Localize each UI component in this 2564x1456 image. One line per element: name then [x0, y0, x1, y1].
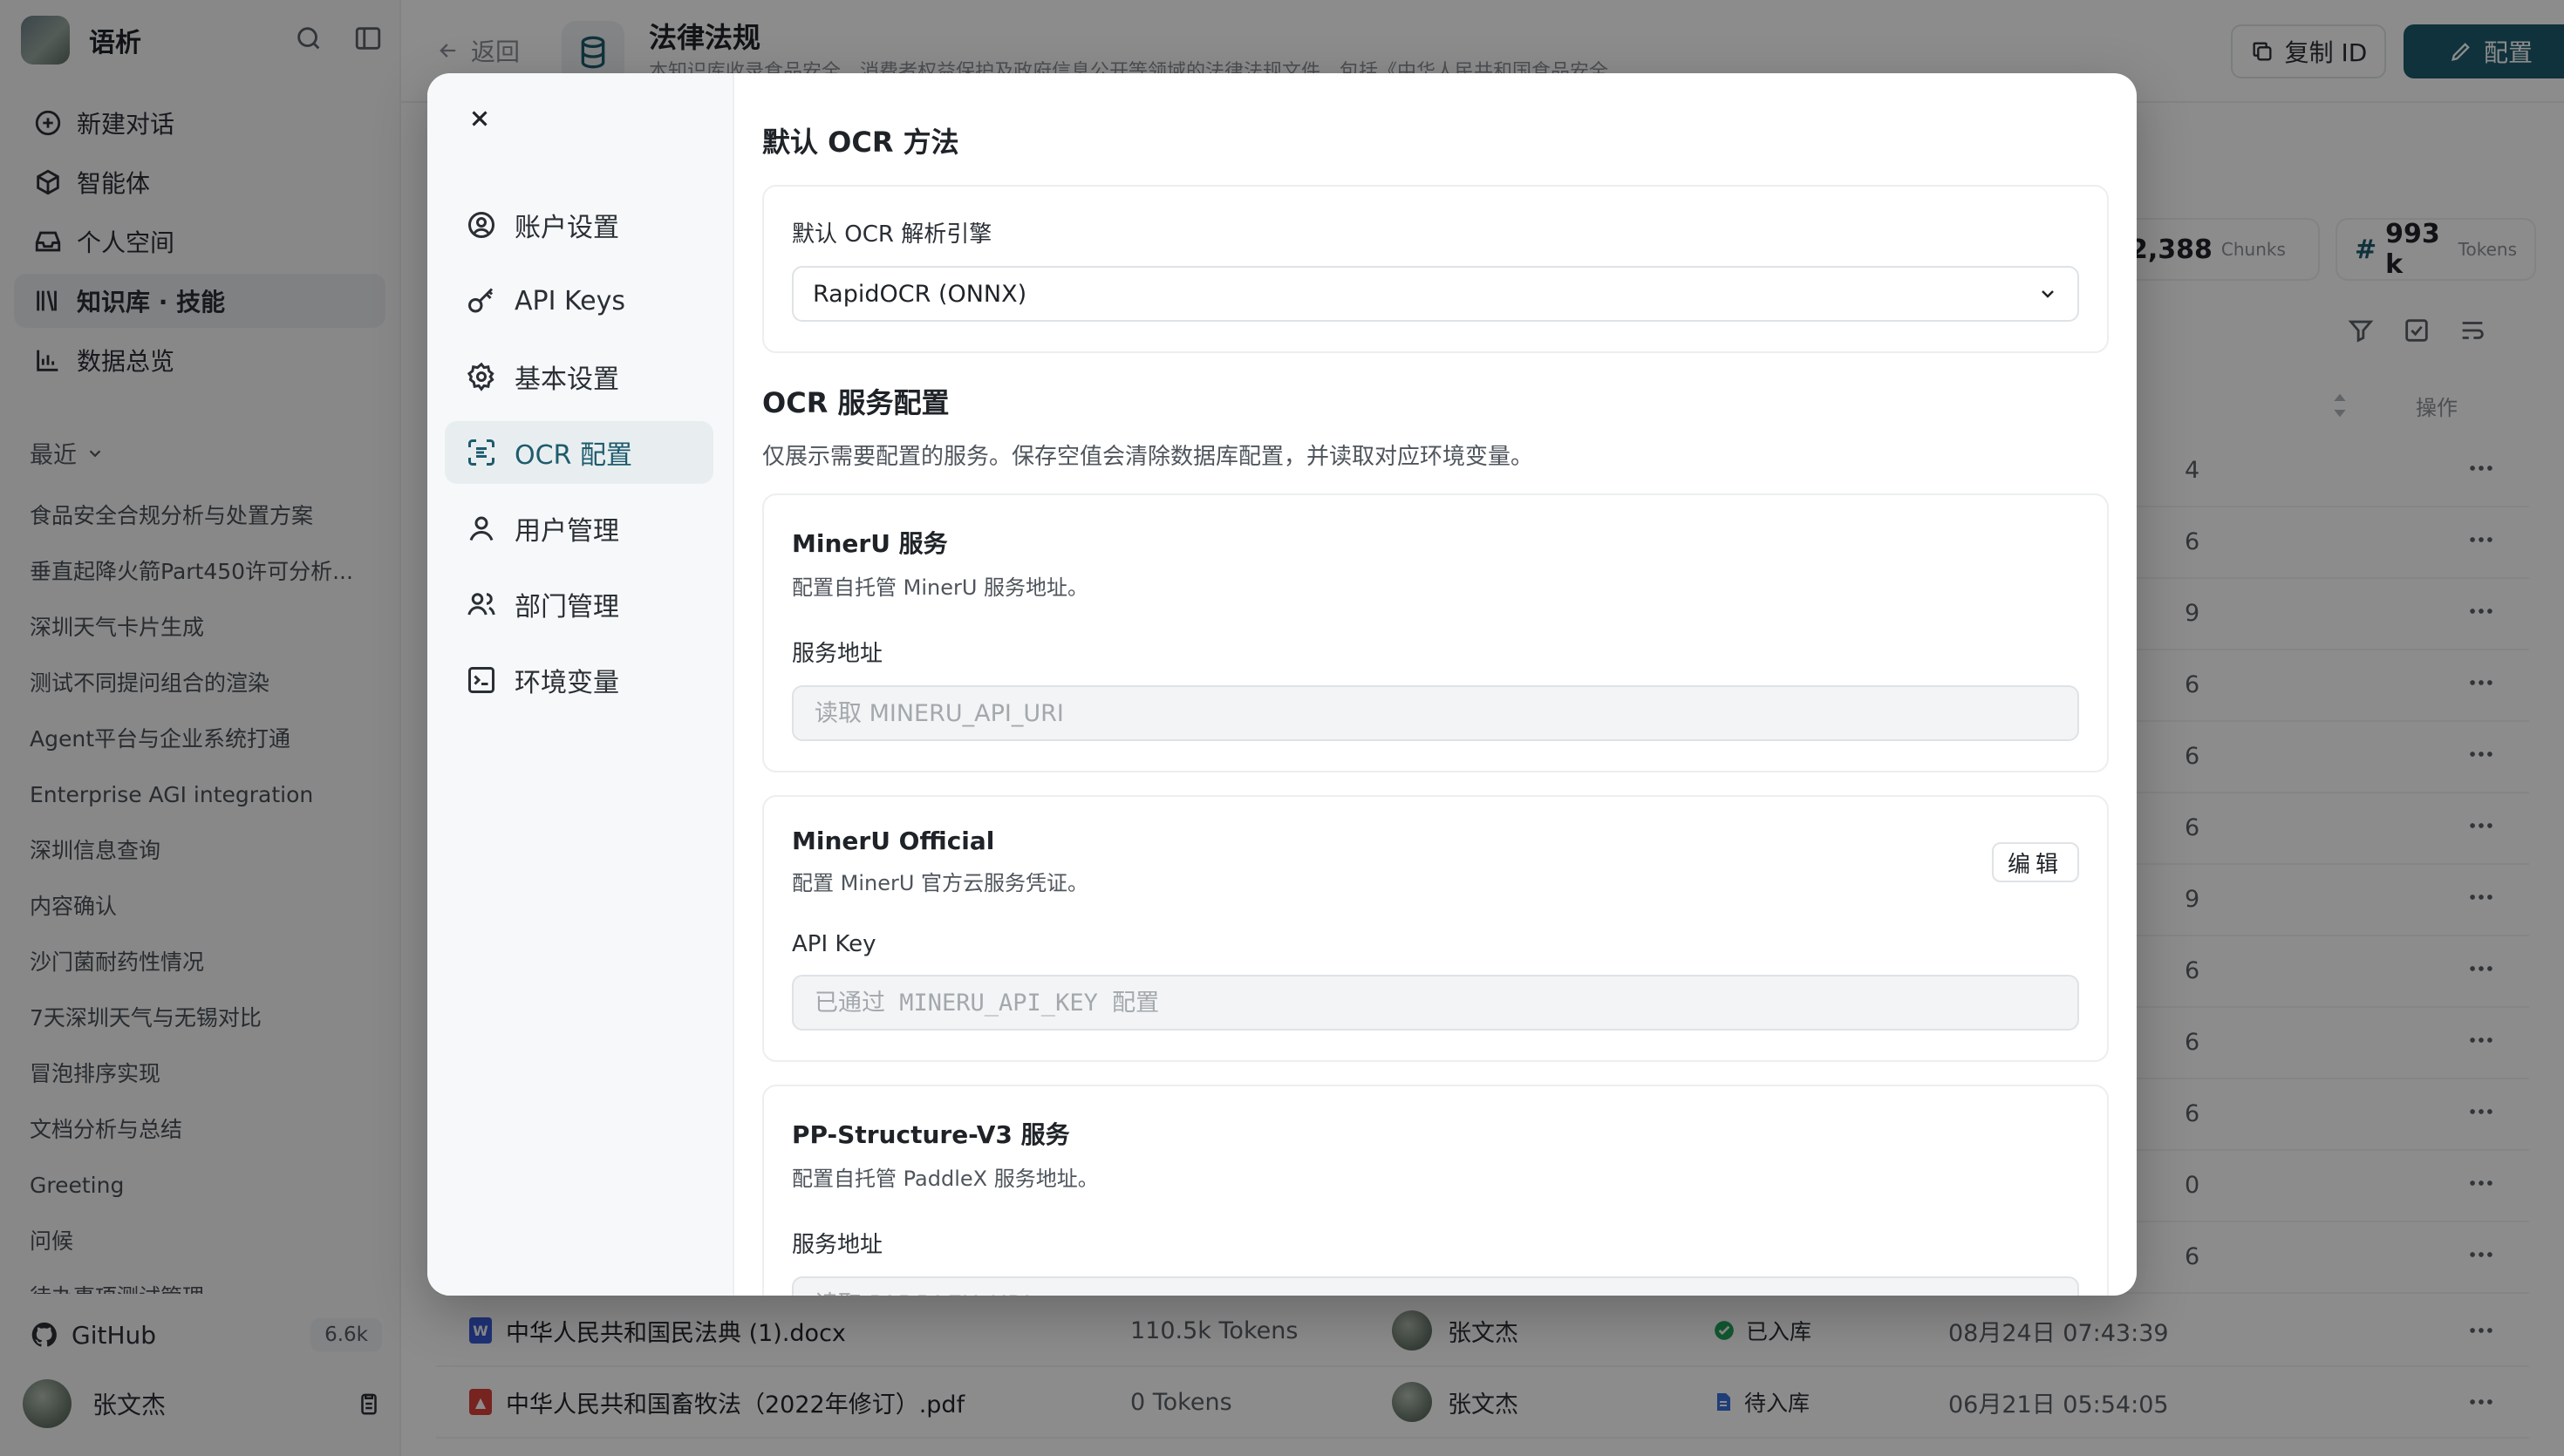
- settings-tab-label: OCR 配置: [515, 440, 632, 471]
- service-title: MinerU Official: [792, 827, 995, 855]
- settings-modal: 账户设置 API Keys 基本设置 OCR 配置 用户管理 部门管理 环境变量…: [427, 73, 2137, 1296]
- mineru-api-uri-input[interactable]: [792, 685, 2079, 741]
- default-ocr-card: 默认 OCR 解析引擎 RapidOCR (ONNX): [762, 185, 2109, 353]
- service-description: 配置自托管 MinerU 服务地址。: [792, 575, 1089, 600]
- settings-tab-account[interactable]: 账户设置: [445, 194, 713, 256]
- default-ocr-title: 默认 OCR 方法: [762, 126, 959, 159]
- gear-icon: [467, 362, 494, 391]
- settings-tab-basic[interactable]: 基本设置: [445, 345, 713, 408]
- service-description: 配置 MinerU 官方云服务凭证。: [792, 871, 1089, 895]
- settings-tab-users[interactable]: 用户管理: [445, 497, 713, 560]
- settings-tab-api-keys[interactable]: API Keys: [445, 269, 713, 332]
- service-field-label: API Key: [792, 931, 876, 957]
- edit-button[interactable]: 编辑: [1991, 842, 2079, 882]
- key-icon: [468, 288, 494, 313]
- service-title: PP-Structure-V3 服务: [792, 1120, 1070, 1149]
- terminal-icon: [468, 667, 494, 693]
- settings-tab-env-vars[interactable]: 环境变量: [445, 649, 713, 711]
- user-circle-icon: [468, 212, 494, 238]
- close-icon[interactable]: [462, 101, 497, 136]
- settings-tab-label: 环境变量: [515, 668, 619, 698]
- pp-structure-card: PP-Structure-V3 服务 配置自托管 PaddleX 服务地址。 服…: [762, 1085, 2109, 1296]
- settings-tab-label: 用户管理: [515, 516, 619, 547]
- settings-tab-label: API Keys: [515, 285, 626, 316]
- scan-text-icon: [468, 439, 494, 466]
- settings-tab-departments[interactable]: 部门管理: [445, 573, 713, 636]
- settings-tab-label: 账户设置: [515, 213, 619, 243]
- service-field-label: 服务地址: [792, 1232, 883, 1258]
- users-icon: [467, 593, 495, 616]
- ocr-settings-panel: 默认 OCR 方法 默认 OCR 解析引擎 RapidOCR (ONNX) OC…: [734, 73, 2137, 1296]
- settings-tab-ocr[interactable]: OCR 配置: [445, 421, 713, 484]
- settings-tab-label: 基本设置: [515, 364, 619, 395]
- service-field-label: 服务地址: [792, 641, 883, 667]
- ocr-services-description: 仅展示需要配置的服务。保存空值会清除数据库配置，并读取对应环境变量。: [762, 444, 1534, 470]
- mineru-service-card: MinerU 服务 配置自托管 MinerU 服务地址。 服务地址: [762, 493, 2109, 772]
- user-icon: [469, 516, 494, 541]
- mineru-official-card: MinerU Official 配置 MinerU 官方云服务凭证。 编辑 AP…: [762, 795, 2109, 1062]
- chevron-down-icon: [2042, 290, 2054, 298]
- mineru-api-key-input[interactable]: [792, 975, 2079, 1031]
- settings-nav: 账户设置 API Keys 基本设置 OCR 配置 用户管理 部门管理 环境变量: [427, 73, 734, 1296]
- paddlex-uri-input[interactable]: [792, 1276, 2079, 1296]
- service-title: MinerU 服务: [792, 529, 948, 558]
- service-description: 配置自托管 PaddleX 服务地址。: [792, 1167, 1099, 1191]
- ocr-engine-select[interactable]: RapidOCR (ONNX): [792, 266, 2079, 322]
- ocr-engine-label: 默认 OCR 解析引擎: [792, 221, 992, 248]
- ocr-engine-value: RapidOCR (ONNX): [813, 280, 1027, 308]
- settings-tab-label: 部门管理: [515, 592, 619, 623]
- ocr-services-title: OCR 服务配置: [762, 386, 950, 419]
